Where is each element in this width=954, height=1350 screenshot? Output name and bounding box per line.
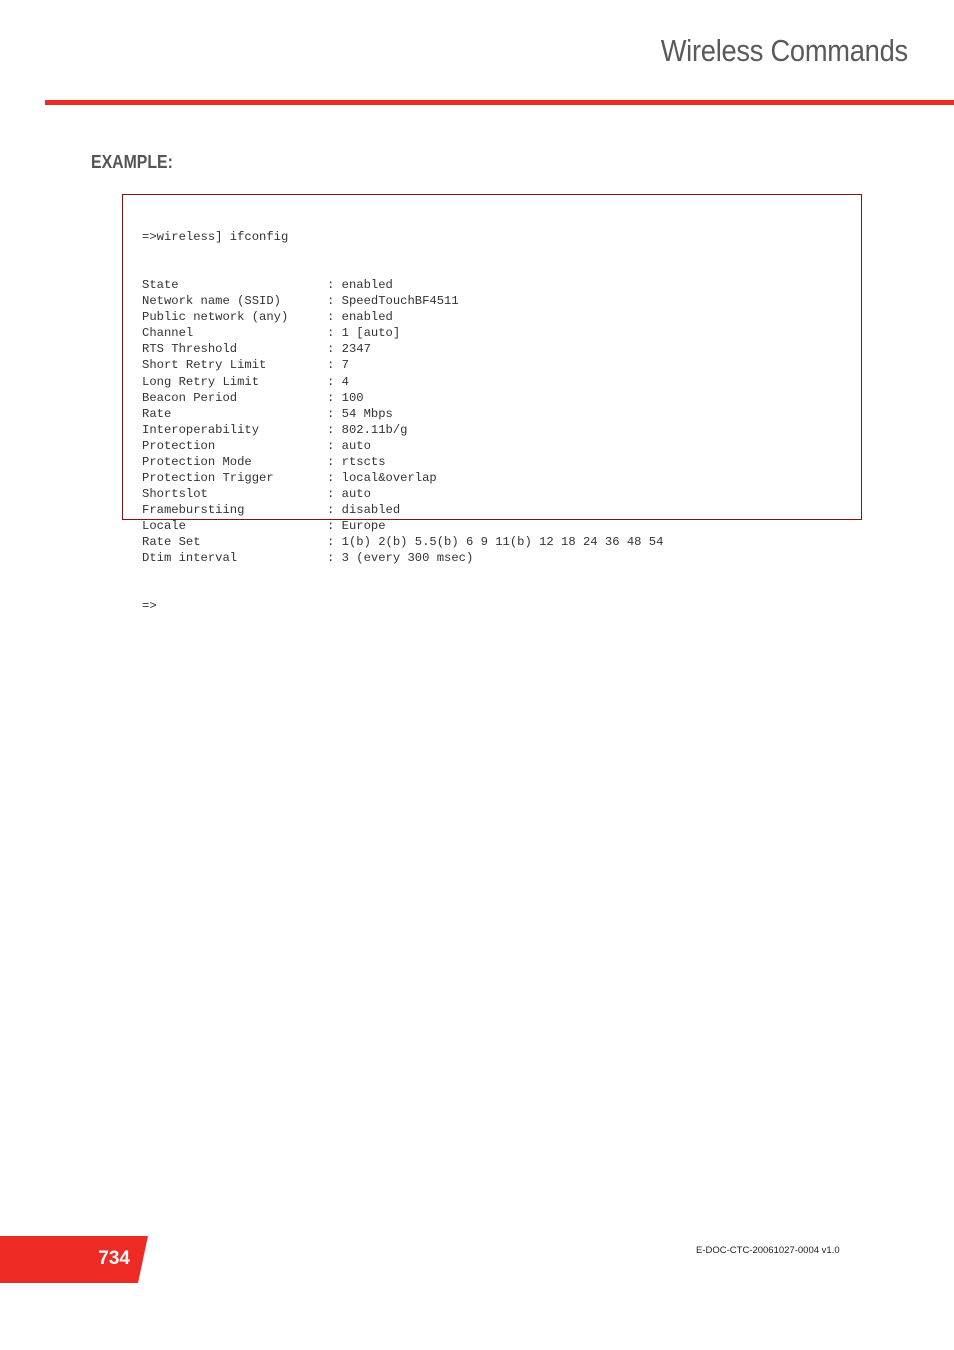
prompt-line: => (142, 599, 157, 614)
code-row-key: State (142, 278, 179, 293)
code-row-value: : enabled (327, 310, 393, 325)
code-row-value: : auto (327, 438, 371, 453)
page-number: 734 (98, 1248, 130, 1269)
code-row: Protection Trigger : local&overlap (142, 470, 663, 486)
code-row-key: Frameburstiing (142, 502, 245, 517)
code-row-value: : 100 (327, 390, 364, 405)
code-row-key: Public network (any) (142, 310, 289, 325)
code-row: Frameburstiing : disabled (142, 502, 663, 518)
code-row-value: : SpeedTouchBF4511 (327, 294, 459, 309)
code-lines: =>wireless] ifconfig State: enabled Netwo… (142, 197, 663, 646)
code-row-value: : disabled (327, 502, 401, 517)
code-row: Rate Set : 1(b) 2(b) 5.5(b) 6 9 11(b) 12 … (142, 534, 663, 550)
code-row-value: : 7 (327, 358, 349, 373)
code-row-key: Short Retry Limit (142, 358, 267, 373)
code-row-key: Protection Trigger (142, 470, 274, 485)
code-row: Dtim interval : 3 (every 300 msec) (142, 550, 663, 566)
code-row-value: : local&overlap (327, 470, 437, 485)
code-row-value: : 4 (327, 374, 349, 389)
code-row: State : enabled (142, 277, 663, 293)
code-row: Interoperability : 802.11b/g (142, 422, 663, 438)
code-row: RTS Threshold : 2347 (142, 341, 663, 357)
document-id: E-DOC-CTC-20061027-0004 v1.0 (696, 1245, 840, 1256)
code-rows: State : enabled Network name (SSID) : Speed… (142, 277, 663, 566)
code-row-key: Interoperability (142, 422, 260, 437)
code-row: Channel : 1 [auto] (142, 325, 663, 341)
code-row-value: : 1(b) 2(b) 5.5(b) 6 9 11(b) 12 18 24 36… (327, 534, 664, 549)
code-row-value: : 802.11b/g (327, 422, 408, 437)
code-row-value: : 54 Mbps (327, 406, 393, 421)
code-row-value: : rtscts (327, 454, 386, 469)
code-row-value: : Europe (327, 518, 386, 533)
code-row-key: Protection Mode (142, 454, 252, 469)
code-row-key: Long Retry Limit (142, 374, 260, 389)
code-row: Protection : auto (142, 438, 663, 454)
code-row: Network name (SSID) : SpeedTouchBF4511 (142, 293, 663, 309)
code-row: Beacon Period : 100 (142, 390, 663, 406)
code-row-key: Channel (142, 326, 194, 341)
code-row-key: Protection (142, 438, 216, 453)
code-row: Locale : Europe (142, 518, 663, 534)
page-header-title: Wireless Commands (660, 33, 908, 68)
code-row-value: : 1 [auto] (327, 326, 401, 341)
code-row: Public network (any) : enabled (142, 309, 663, 325)
code-row-value: : 3 (every 300 msec) (327, 551, 474, 566)
code-row-key: Rate (142, 406, 172, 421)
code-row: Short Retry Limit : 7 (142, 357, 663, 373)
code-row: Long Retry Limit : 4 (142, 374, 663, 390)
code-row-value: : enabled (327, 278, 393, 293)
code-row-key: Dtim interval (142, 551, 238, 566)
code-row-key: Shortslot (142, 486, 208, 501)
code-row: Shortslot : auto (142, 486, 663, 502)
command-line: =>wireless] ifconfig (142, 230, 289, 245)
code-row: Protection Mode : rtscts (142, 454, 663, 470)
code-example-box: =>wireless] ifconfig State: enabled Netwo… (122, 194, 862, 613)
code-row: Rate : 54 Mbps (142, 406, 663, 422)
header-rule (45, 100, 954, 105)
code-row-value: : auto (327, 486, 371, 501)
code-row-key: Beacon Period (142, 390, 238, 405)
code-row-value: : 2347 (327, 342, 371, 357)
code-row-key: Rate Set (142, 534, 201, 549)
example-heading: EXAMPLE: (91, 152, 173, 172)
code-row-key: RTS Threshold (142, 342, 238, 357)
code-row-key: Network name (SSID) (142, 294, 281, 309)
code-row-key: Locale (142, 518, 186, 533)
